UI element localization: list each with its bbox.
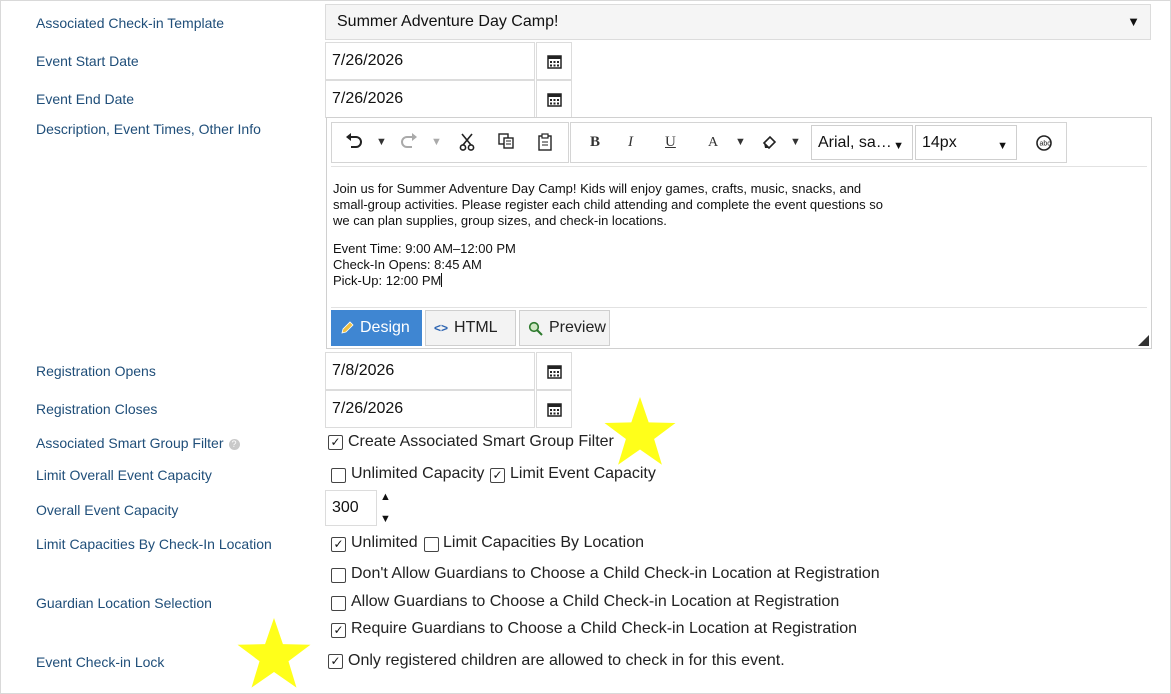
- calendar-icon: [546, 402, 562, 417]
- html-mode-button[interactable]: <> HTML: [425, 310, 516, 346]
- unlimited-capacity-label: Unlimited Capacity: [351, 465, 485, 482]
- toolbar-group-edit: ▼ ▼: [331, 122, 569, 163]
- guardian-require-checkbox[interactable]: ✓: [331, 623, 346, 638]
- resize-handle[interactable]: [1138, 335, 1149, 346]
- chevron-down-icon: ▼: [1127, 14, 1140, 29]
- description-editor: ▼ ▼ B I U A ▼ ▼ Arial, sa… ▼ 14px ▼ abc …: [326, 117, 1152, 349]
- registration-opens-label: Registration Opens: [36, 363, 156, 379]
- star-icon: [237, 618, 311, 688]
- spinner-down-icon[interactable]: ▼: [380, 513, 391, 525]
- event-end-label: Event End Date: [36, 91, 135, 107]
- registration-closes-calendar-button[interactable]: [536, 390, 572, 428]
- toolbar-group-format: B I U A ▼ ▼ Arial, sa… ▼ 14px ▼ abc: [570, 122, 1067, 163]
- font-size-select[interactable]: 14px ▼: [915, 125, 1017, 160]
- overall-capacity-input[interactable]: 300: [325, 490, 377, 526]
- undo-dropdown-icon[interactable]: ▼: [376, 136, 387, 148]
- content-line: small-group activities. Please register …: [333, 197, 883, 212]
- chevron-down-icon: ▼: [893, 140, 904, 152]
- smart-group-label: Associated Smart Group Filter?: [36, 435, 240, 451]
- chevron-down-icon: ▼: [997, 140, 1008, 152]
- location-unlimited-label: Unlimited: [351, 534, 418, 551]
- checkin-lock-label: Event Check-in Lock: [36, 654, 165, 670]
- font-family-value: Arial, sa…: [818, 133, 892, 151]
- italic-icon[interactable]: I: [628, 134, 633, 151]
- registration-opens-input[interactable]: 7/8/2026: [325, 352, 535, 390]
- preview-mode-button[interactable]: Preview: [519, 310, 610, 346]
- help-icon[interactable]: ?: [228, 439, 240, 450]
- content-line: Pick-Up: 12:00 PM: [333, 273, 442, 288]
- guardian-require-label: Require Guardians to Choose a Child Chec…: [351, 620, 858, 637]
- guardian-dont-allow-checkbox[interactable]: [331, 568, 346, 583]
- text-cursor: [441, 273, 443, 287]
- overall-capacity-label: Overall Event Capacity: [36, 502, 179, 518]
- event-start-label: Event Start Date: [36, 53, 139, 69]
- calendar-icon: [546, 364, 562, 379]
- description-label: Description, Event Times, Other Info: [36, 121, 261, 137]
- spellcheck-icon[interactable]: abc: [1035, 134, 1053, 157]
- limit-by-location-checkbox[interactable]: [424, 537, 439, 552]
- registration-opens-calendar-button[interactable]: [536, 352, 572, 390]
- content-line: we can plan supplies, group sizes, and c…: [333, 213, 667, 228]
- editor-content[interactable]: Join us for Summer Adventure Day Camp! K…: [333, 181, 883, 301]
- bold-icon[interactable]: B: [590, 134, 600, 151]
- magnifier-icon: [528, 321, 543, 336]
- content-line: Event Time: 9:00 AM–12:00 PM: [333, 241, 516, 256]
- event-end-input[interactable]: 7/26/2026: [325, 80, 535, 118]
- limit-capacity-label: Limit Overall Event Capacity: [36, 467, 212, 483]
- registration-closes-input[interactable]: 7/26/2026: [325, 390, 535, 428]
- star-icon: [604, 397, 676, 465]
- calendar-icon: [546, 54, 562, 69]
- location-capacity-label: Limit Capacities By Check-In Location: [36, 536, 272, 552]
- event-end-calendar-button[interactable]: [536, 80, 572, 118]
- guardian-dont-allow-label: Don't Allow Guardians to Choose a Child …: [351, 565, 880, 582]
- font-family-select[interactable]: Arial, sa… ▼: [811, 125, 913, 160]
- svg-text:abc: abc: [1040, 141, 1052, 148]
- smart-group-checkbox-label: Create Associated Smart Group Filter: [348, 433, 614, 450]
- template-select-value: Summer Adventure Day Camp!: [337, 13, 559, 30]
- copy-icon[interactable]: [498, 133, 515, 154]
- highlight-dropdown-icon[interactable]: ▼: [790, 136, 801, 148]
- guardian-allow-checkbox[interactable]: [331, 596, 346, 611]
- guardian-allow-label: Allow Guardians to Choose a Child Check-…: [351, 593, 840, 610]
- event-start-input[interactable]: 7/26/2026: [325, 42, 535, 80]
- event-start-calendar-button[interactable]: [536, 42, 572, 80]
- html-mode-label: HTML: [454, 319, 498, 336]
- registration-closes-label: Registration Closes: [36, 401, 158, 417]
- spinner-up-icon[interactable]: ▲: [380, 491, 391, 503]
- smart-group-label-text: Associated Smart Group Filter: [36, 435, 224, 451]
- smart-group-checkbox[interactable]: ✓: [328, 435, 343, 450]
- template-label: Associated Check-in Template: [36, 15, 225, 31]
- cut-icon[interactable]: [459, 133, 475, 156]
- highlight-icon[interactable]: [762, 135, 778, 154]
- content-divider: [331, 307, 1147, 308]
- limit-event-capacity-label: Limit Event Capacity: [510, 465, 656, 482]
- redo-icon[interactable]: [400, 133, 418, 154]
- code-icon: <>: [434, 321, 449, 335]
- content-line: Join us for Summer Adventure Day Camp! K…: [333, 181, 862, 196]
- toolbar-divider: [331, 166, 1147, 167]
- guardian-location-label: Guardian Location Selection: [36, 595, 212, 611]
- checkin-lock-checkbox-label: Only registered children are allowed to …: [348, 652, 785, 669]
- paste-icon[interactable]: [538, 133, 552, 156]
- font-color-dropdown-icon[interactable]: ▼: [735, 136, 746, 148]
- undo-icon[interactable]: [345, 133, 363, 154]
- unlimited-capacity-checkbox[interactable]: [331, 468, 346, 483]
- design-mode-button[interactable]: Design: [331, 310, 422, 346]
- content-line: Check-In Opens: 8:45 AM: [333, 257, 482, 272]
- pencil-icon: [341, 321, 354, 334]
- calendar-icon: [546, 92, 562, 107]
- preview-mode-label: Preview: [549, 319, 606, 336]
- underline-icon[interactable]: U: [665, 134, 676, 151]
- font-size-value: 14px: [922, 133, 957, 151]
- limit-by-location-label: Limit Capacities By Location: [443, 534, 644, 551]
- design-mode-label: Design: [360, 319, 410, 336]
- checkin-lock-checkbox[interactable]: ✓: [328, 654, 343, 669]
- template-select[interactable]: Summer Adventure Day Camp! ▼: [325, 4, 1151, 40]
- limit-event-capacity-checkbox[interactable]: ✓: [490, 468, 505, 483]
- font-color-icon[interactable]: A: [708, 135, 718, 151]
- location-unlimited-checkbox[interactable]: ✓: [331, 537, 346, 552]
- redo-dropdown-icon[interactable]: ▼: [431, 136, 442, 148]
